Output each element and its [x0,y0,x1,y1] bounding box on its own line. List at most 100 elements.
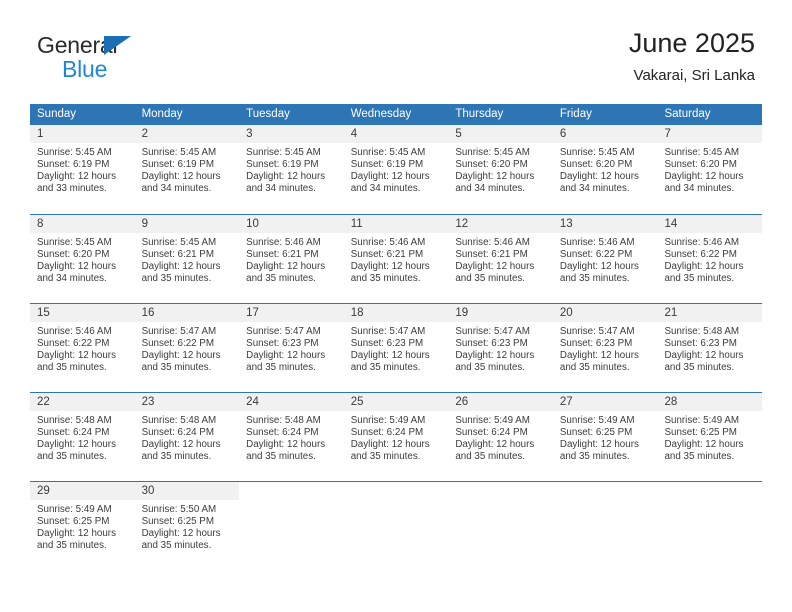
day-number: 23 [134,393,240,411]
day-cell[interactable]: 8 Sunrise: 5:45 AM Sunset: 6:20 PM Dayli… [30,215,135,303]
week-row: 29 Sunrise: 5:49 AM Sunset: 6:25 PM Dayl… [30,481,763,570]
day-details: Sunrise: 5:45 AM Sunset: 6:20 PM Dayligh… [448,143,553,195]
week-row: 8 Sunrise: 5:45 AM Sunset: 6:20 PM Dayli… [30,214,763,303]
day-number: 6 [552,125,658,143]
sunrise-text: Sunrise: 5:46 AM [246,237,321,248]
day-number: 3 [239,125,344,143]
week-row: 15 Sunrise: 5:46 AM Sunset: 6:22 PM Dayl… [30,303,763,392]
day-cell[interactable]: 7 Sunrise: 5:45 AM Sunset: 6:20 PM Dayli… [657,125,763,214]
sunrise-text: Sunrise: 5:48 AM [246,415,321,426]
sunrise-text: Sunrise: 5:46 AM [37,326,112,337]
day-cell[interactable]: 9 Sunrise: 5:45 AM Sunset: 6:21 PM Dayli… [134,215,240,303]
daylight-text-line1: Daylight: 12 hours [37,527,116,539]
day-cell[interactable]: 4 Sunrise: 5:45 AM Sunset: 6:19 PM Dayli… [343,125,449,214]
daylight-text-line1: Daylight: 12 hours [559,260,639,272]
day-cell[interactable]: 15 Sunrise: 5:46 AM Sunset: 6:22 PM Dayl… [30,304,135,392]
day-cell[interactable]: 11 Sunrise: 5:46 AM Sunset: 6:21 PM Dayl… [343,215,449,303]
daylight-text-line2: and 34 minutes. [664,182,735,194]
daylight-text-line1: Daylight: 12 hours [350,349,430,361]
day-details: Sunrise: 5:49 AM Sunset: 6:25 PM Dayligh… [657,411,762,463]
weekday-header-saturday: Saturday [664,108,711,120]
day-number: 16 [134,304,240,322]
sunset-text: Sunset: 6:20 PM [455,158,528,170]
weekday-header-monday: Monday [141,108,183,120]
title-block: June 2025 Vakarai, Sri Lanka [629,26,755,85]
daylight-text-line1: Daylight: 12 hours [455,260,535,272]
day-cell[interactable]: 6 Sunrise: 5:45 AM Sunset: 6:20 PM Dayli… [552,125,658,214]
daylight-text-line2: and 35 minutes. [664,450,735,462]
daylight-text-line2: and 35 minutes. [141,450,212,462]
daylight-text-line1: Daylight: 12 hours [350,438,430,450]
day-details: Sunrise: 5:45 AM Sunset: 6:19 PM Dayligh… [30,143,135,195]
sunrise-text: Sunrise: 5:46 AM [455,237,530,248]
day-details: Sunrise: 5:48 AM Sunset: 6:24 PM Dayligh… [30,411,135,463]
logo-text-blue: Blue [62,56,108,82]
day-cell[interactable]: 27 Sunrise: 5:49 AM Sunset: 6:25 PM Dayl… [552,393,658,481]
sunset-text: Sunset: 6:22 PM [37,337,110,349]
sunset-text: Sunset: 6:19 PM [246,158,319,170]
daylight-text-line2: and 35 minutes. [664,272,735,284]
sunset-text: Sunset: 6:23 PM [246,337,319,349]
sunrise-text: Sunrise: 5:45 AM [559,147,635,158]
weekday-header-row: Sunday Monday Tuesday Wednesday Thursday… [30,104,762,125]
week-row: 22 Sunrise: 5:48 AM Sunset: 6:24 PM Dayl… [30,392,763,481]
daylight-text-line2: and 33 minutes. [37,182,107,194]
sunset-text: Sunset: 6:23 PM [350,337,424,349]
day-cell[interactable]: 24 Sunrise: 5:48 AM Sunset: 6:24 PM Dayl… [239,393,344,481]
day-cell[interactable]: 28 Sunrise: 5:49 AM Sunset: 6:25 PM Dayl… [657,393,763,481]
day-cell[interactable]: 14 Sunrise: 5:46 AM Sunset: 6:22 PM Dayl… [657,215,763,303]
day-details: Sunrise: 5:47 AM Sunset: 6:23 PM Dayligh… [239,322,344,374]
sunset-text: Sunset: 6:22 PM [664,248,737,260]
day-cell[interactable]: 5 Sunrise: 5:45 AM Sunset: 6:20 PM Dayli… [448,125,553,214]
day-details: Sunrise: 5:45 AM Sunset: 6:20 PM Dayligh… [30,233,135,285]
generalblue-logo[interactable]: General Blue [37,34,237,81]
page-subtitle-location: Vakarai, Sri Lanka [633,67,755,84]
day-cell[interactable]: 17 Sunrise: 5:47 AM Sunset: 6:23 PM Dayl… [239,304,344,392]
sunset-text: Sunset: 6:23 PM [455,337,528,349]
daylight-text-line1: Daylight: 12 hours [455,349,535,361]
sunrise-text: Sunrise: 5:47 AM [141,326,217,337]
weekday-header-friday: Friday [559,108,592,120]
day-cell[interactable]: 20 Sunrise: 5:47 AM Sunset: 6:23 PM Dayl… [552,304,658,392]
day-cell[interactable]: 22 Sunrise: 5:48 AM Sunset: 6:24 PM Dayl… [30,393,135,481]
day-cell[interactable]: 26 Sunrise: 5:49 AM Sunset: 6:24 PM Dayl… [448,393,553,481]
day-cell[interactable]: 23 Sunrise: 5:48 AM Sunset: 6:24 PM Dayl… [134,393,240,481]
day-cell[interactable]: 3 Sunrise: 5:45 AM Sunset: 6:19 PM Dayli… [239,125,344,214]
day-cell[interactable]: 10 Sunrise: 5:46 AM Sunset: 6:21 PM Dayl… [239,215,344,303]
day-cell[interactable]: 2 Sunrise: 5:45 AM Sunset: 6:19 PM Dayli… [134,125,240,214]
day-number: 20 [552,304,658,322]
day-details: Sunrise: 5:46 AM Sunset: 6:22 PM Dayligh… [30,322,135,374]
day-number: 29 [30,482,135,500]
day-cell[interactable]: 25 Sunrise: 5:49 AM Sunset: 6:24 PM Dayl… [343,393,449,481]
day-cell[interactable]: 29 Sunrise: 5:49 AM Sunset: 6:25 PM Dayl… [30,482,135,570]
day-cell-empty [448,482,553,570]
daylight-text-line1: Daylight: 12 hours [141,170,221,182]
daylight-text-line1: Daylight: 12 hours [664,349,744,361]
day-number: 18 [343,304,449,322]
day-cell[interactable]: 19 Sunrise: 5:47 AM Sunset: 6:23 PM Dayl… [448,304,553,392]
day-number: 2 [134,125,240,143]
day-details: Sunrise: 5:45 AM Sunset: 6:19 PM Dayligh… [344,143,449,195]
day-details: Sunrise: 5:46 AM Sunset: 6:21 PM Dayligh… [344,233,449,285]
day-cell-empty [343,482,449,570]
day-cell[interactable]: 30 Sunrise: 5:50 AM Sunset: 6:25 PM Dayl… [134,482,240,570]
sunrise-text: Sunrise: 5:47 AM [559,326,635,337]
day-details: Sunrise: 5:45 AM Sunset: 6:19 PM Dayligh… [135,143,240,195]
day-cell[interactable]: 1 Sunrise: 5:45 AM Sunset: 6:19 PM Dayli… [30,125,135,214]
day-number [552,482,658,500]
daylight-text-line2: and 34 minutes. [559,182,630,194]
sunrise-text: Sunrise: 5:49 AM [664,415,740,426]
daylight-text-line2: and 35 minutes. [141,361,212,373]
sunrise-text: Sunrise: 5:46 AM [559,237,635,248]
day-cell[interactable]: 13 Sunrise: 5:46 AM Sunset: 6:22 PM Dayl… [552,215,658,303]
daylight-text-line1: Daylight: 12 hours [664,170,744,182]
day-cell[interactable]: 16 Sunrise: 5:47 AM Sunset: 6:22 PM Dayl… [134,304,240,392]
day-number: 12 [448,215,553,233]
day-cell[interactable]: 21 Sunrise: 5:48 AM Sunset: 6:23 PM Dayl… [657,304,763,392]
sunset-text: Sunset: 6:21 PM [350,248,424,260]
day-number: 25 [343,393,449,411]
day-cell[interactable]: 18 Sunrise: 5:47 AM Sunset: 6:23 PM Dayl… [343,304,449,392]
day-cell[interactable]: 12 Sunrise: 5:46 AM Sunset: 6:21 PM Dayl… [448,215,553,303]
day-number [657,482,763,500]
daylight-text-line1: Daylight: 12 hours [246,260,326,272]
